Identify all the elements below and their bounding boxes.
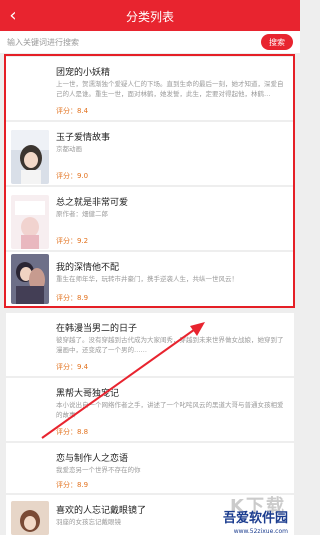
annotation-arrow-icon — [41, 322, 205, 439]
watermark-site-name: 吾爱软件园 — [222, 511, 288, 526]
watermark-url: www.52zixue.com — [233, 528, 288, 535]
watermark: K下载 吾爱软件园 www.52zixue.com — [176, 492, 296, 535]
